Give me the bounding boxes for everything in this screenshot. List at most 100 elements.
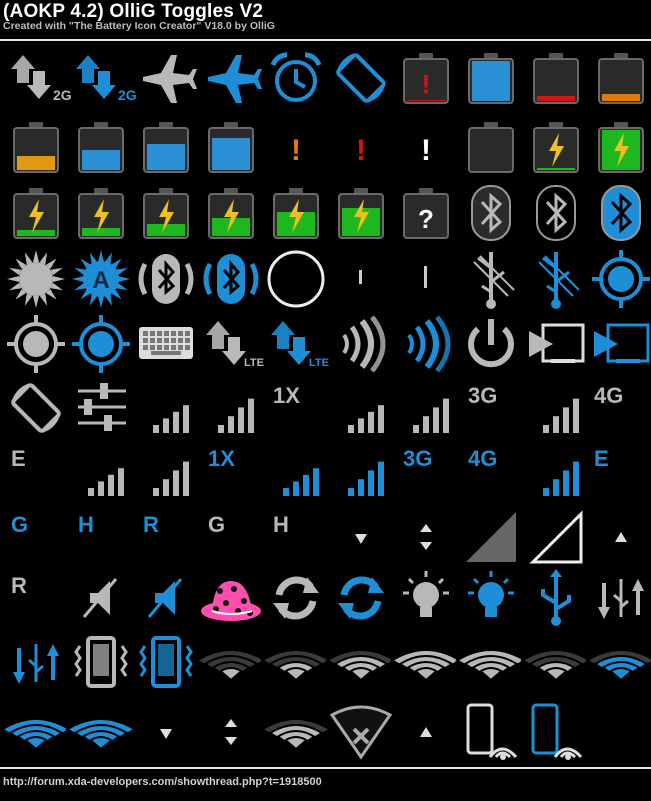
power-icon — [460, 313, 522, 375]
nfc-icon — [395, 313, 457, 375]
svg-text:4G: 4G — [594, 383, 623, 408]
bar-icon — [395, 248, 457, 310]
network-type-icon: R — [5, 567, 67, 629]
mute-icon — [70, 567, 132, 629]
exclamation-icon: ! — [330, 116, 392, 178]
keyboard-icon — [135, 313, 197, 375]
signal-icon — [200, 377, 262, 439]
rotate-icon — [5, 377, 67, 439]
svg-text:H: H — [273, 512, 289, 537]
signal-icon — [330, 440, 392, 502]
signal-icon — [135, 377, 197, 439]
circle-icon — [265, 248, 327, 310]
nfc-icon — [330, 313, 392, 375]
network-type-icon: H — [70, 506, 132, 568]
network-type-icon: 1X — [200, 440, 262, 502]
usb-arrows-icon — [5, 632, 67, 694]
data-arrows-icon: 2G — [70, 47, 137, 109]
network-type-icon: E — [5, 440, 67, 502]
battery-icon — [200, 116, 262, 178]
battery-icon — [135, 116, 197, 178]
data-arrows-icon: 2G — [5, 47, 72, 109]
battery-charging-icon — [5, 182, 67, 244]
svg-text:!: ! — [422, 69, 431, 99]
wifi-icon — [390, 632, 462, 694]
signal-outline-icon — [525, 506, 587, 568]
wifi-display-icon — [460, 701, 522, 763]
wifi-icon — [455, 632, 527, 694]
arrow-up-icon — [395, 701, 457, 763]
vibrate-icon — [70, 632, 132, 694]
usb-arrows-icon — [590, 567, 651, 629]
wifi-icon — [260, 701, 332, 763]
bluetooth-icon — [590, 182, 651, 244]
battery-charging-icon — [525, 116, 587, 178]
brightness-icon — [5, 248, 67, 310]
svg-text:3G: 3G — [403, 446, 432, 471]
wifi-icon — [260, 632, 332, 694]
bluetooth-icon — [525, 182, 587, 244]
battery-icon — [5, 116, 67, 178]
signal-icon — [395, 377, 457, 439]
bluetooth-discoverable-icon — [200, 248, 262, 310]
bluetooth-discoverable-icon — [135, 248, 197, 310]
network-type-icon: G — [200, 506, 262, 568]
wifi-icon — [65, 701, 137, 763]
svg-text:E: E — [594, 446, 609, 471]
alarm-icon — [265, 47, 327, 109]
signal-solid-icon — [460, 506, 522, 568]
airplane-icon — [200, 47, 262, 109]
signal-icon — [525, 377, 587, 439]
network-type-icon: H — [265, 506, 327, 568]
wifi-icon — [325, 632, 397, 694]
arrow-down-icon — [330, 506, 392, 568]
signal-icon — [330, 377, 392, 439]
auto-brightness-icon: A — [70, 248, 132, 310]
network-type-icon: 1X — [265, 377, 327, 439]
gps-icon — [590, 248, 651, 310]
battery-charging-icon — [590, 116, 651, 178]
battery-full-icon — [460, 47, 522, 109]
page-subtitle: Created with "The Battery Icon Creator" … — [3, 20, 275, 32]
svg-text:R: R — [11, 573, 27, 598]
svg-text:G: G — [208, 512, 225, 537]
screencast-icon — [525, 313, 587, 375]
data-arrows-icon: LTE — [200, 313, 264, 375]
battery-charging-icon — [70, 182, 132, 244]
data-arrows-icon: LTE — [265, 313, 329, 375]
mute-icon — [135, 567, 197, 629]
battery-charging-icon — [200, 182, 262, 244]
svg-text:E: E — [11, 446, 26, 471]
bar-icon — [330, 248, 392, 310]
network-type-icon: 3G — [460, 377, 522, 439]
battery-charging-icon — [330, 182, 392, 244]
signal-icon — [135, 440, 197, 502]
network-type-icon: E — [590, 440, 651, 502]
torch-icon — [395, 567, 457, 629]
wifi-display-icon — [525, 701, 587, 763]
battery-empty-icon — [460, 116, 522, 178]
rotate-icon — [330, 47, 392, 109]
battery-unknown-icon: ? — [395, 182, 457, 244]
svg-text:LTE: LTE — [244, 357, 264, 369]
svg-text:3G: 3G — [468, 383, 497, 408]
battery-low-icon — [525, 47, 587, 109]
svg-text:G: G — [11, 512, 28, 537]
wifi-icon — [585, 632, 651, 694]
network-type-icon: 4G — [590, 377, 651, 439]
usb-tether-icon — [460, 248, 522, 310]
signal-icon — [525, 440, 587, 502]
svg-text:1X: 1X — [273, 383, 300, 408]
exclamation-icon: ! — [395, 116, 457, 178]
sync-icon — [265, 567, 327, 629]
signal-icon — [265, 440, 327, 502]
exclamation-icon: ! — [265, 116, 327, 178]
network-type-icon: 4G — [460, 440, 522, 502]
svg-text:?: ? — [418, 204, 434, 234]
wifi-icon — [520, 632, 592, 694]
wifi-off-icon — [329, 701, 393, 763]
usb-icon — [525, 567, 587, 629]
arrows-up-down-icon — [200, 701, 262, 763]
sliders-icon — [70, 377, 132, 439]
svg-text:2G: 2G — [53, 87, 72, 103]
